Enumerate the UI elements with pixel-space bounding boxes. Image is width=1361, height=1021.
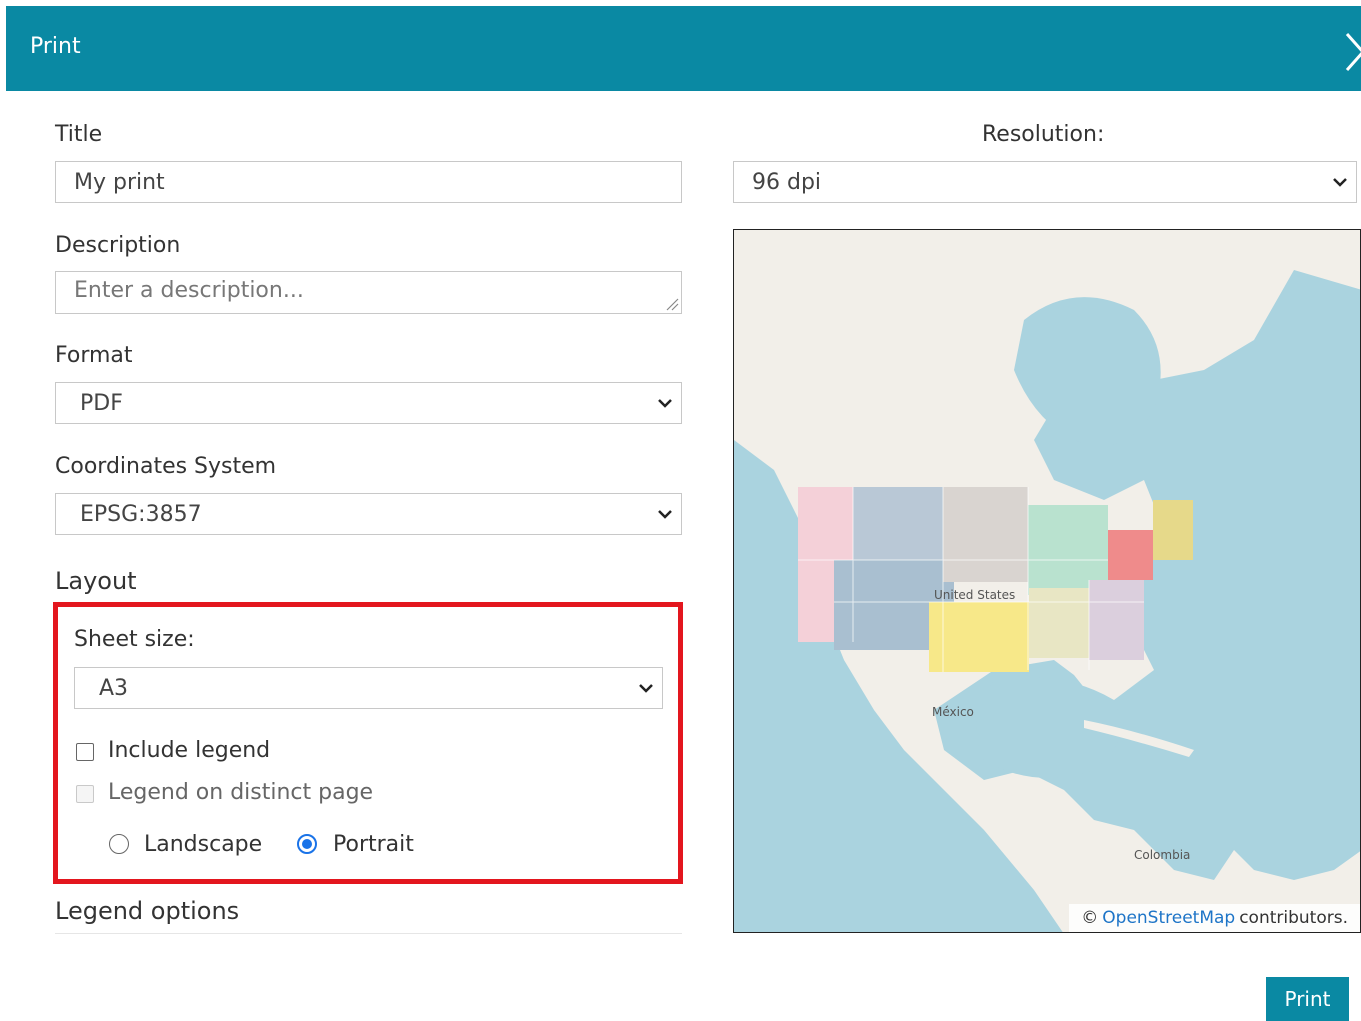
divider <box>55 933 682 934</box>
description-textarea[interactable]: Enter a description... <box>55 271 682 314</box>
sheet-size-value: A3 <box>99 675 129 701</box>
map-label-us: United States <box>934 588 1016 602</box>
crs-select[interactable]: EPSG:3857 <box>55 493 682 535</box>
chevron-down-icon <box>658 399 672 408</box>
crs-label: Coordinates System <box>55 454 277 479</box>
map-preview[interactable]: United States México Colombia © OpenStre… <box>733 229 1361 933</box>
sheet-size-label: Sheet size: <box>74 627 195 652</box>
title-input-value: My print <box>74 169 165 195</box>
title-input[interactable]: My print <box>55 161 682 203</box>
state-southeast <box>1089 580 1144 660</box>
include-legend-label[interactable]: Include legend <box>108 738 270 763</box>
layout-section-title[interactable]: Layout <box>55 567 137 595</box>
landscape-label[interactable]: Landscape <box>144 832 262 857</box>
close-icon[interactable] <box>1345 32 1361 72</box>
map-canvas <box>734 230 1360 932</box>
description-label: Description <box>55 233 181 258</box>
chevron-down-icon <box>658 510 672 519</box>
state-northwest <box>853 487 943 562</box>
include-legend-checkbox[interactable] <box>76 743 94 761</box>
legend-options-section-title[interactable]: Legend options <box>55 897 239 925</box>
print-button[interactable]: Print <box>1266 977 1349 1021</box>
format-select-value: PDF <box>80 390 123 416</box>
landscape-radio[interactable] <box>109 834 129 854</box>
state-northeast <box>1108 530 1153 580</box>
portrait-label[interactable]: Portrait <box>333 832 414 857</box>
state-plains <box>943 487 1028 582</box>
resolution-label: Resolution: <box>982 122 1105 147</box>
format-select[interactable]: PDF <box>55 382 682 424</box>
state-southwest <box>929 602 1029 672</box>
format-label: Format <box>55 343 133 368</box>
osm-link[interactable]: OpenStreetMap <box>1102 908 1235 928</box>
attribution-suffix: contributors. <box>1239 908 1348 928</box>
portrait-radio[interactable] <box>297 834 317 854</box>
legend-distinct-page-checkbox[interactable] <box>76 785 94 803</box>
legend-distinct-page-label[interactable]: Legend on distinct page <box>108 780 373 805</box>
map-label-mexico: México <box>932 705 974 719</box>
state-south-central <box>1029 588 1089 658</box>
dialog-header: Print <box>6 6 1361 91</box>
sheet-size-select[interactable]: A3 <box>74 667 663 709</box>
chevron-down-icon <box>1333 178 1347 187</box>
description-placeholder: Enter a description... <box>74 278 304 303</box>
resolution-select-value: 96 dpi <box>752 169 822 195</box>
attribution-copyright: © <box>1081 908 1099 928</box>
map-attribution: © OpenStreetMap contributors. <box>1069 904 1360 932</box>
resolution-select[interactable]: 96 dpi <box>733 161 1357 203</box>
crs-select-value: EPSG:3857 <box>80 501 202 527</box>
title-label: Title <box>55 122 103 147</box>
state-new-england <box>1153 500 1193 560</box>
map-label-colombia: Colombia <box>1134 848 1191 862</box>
resize-grip-icon[interactable] <box>665 297 679 311</box>
chevron-down-icon <box>639 684 653 693</box>
dialog-title: Print <box>30 34 81 59</box>
